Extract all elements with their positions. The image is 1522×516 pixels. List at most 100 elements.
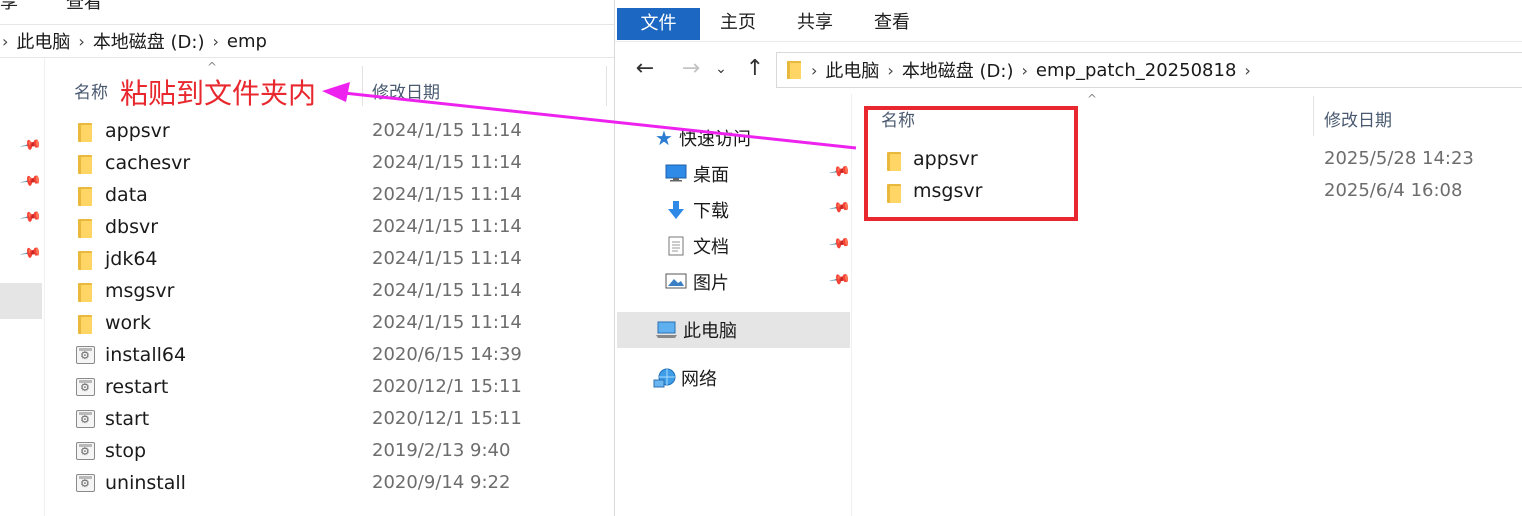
file-row[interactable]: install64 2020/6/15 14:39 [44, 340, 614, 372]
chevron-right-icon: › [78, 31, 85, 51]
file-row[interactable]: work 2024/1/15 11:14 [44, 308, 614, 340]
network-globe-icon [653, 368, 676, 388]
column-separator[interactable] [606, 66, 607, 106]
file-date: 2024/1/15 11:14 [372, 248, 522, 269]
file-name: work [105, 312, 151, 334]
file-date: 2020/6/15 14:39 [372, 344, 522, 365]
nav-desktop[interactable]: 桌面 [665, 156, 729, 192]
nav-label: 下载 [693, 201, 729, 222]
chevron-right-icon: › [1244, 60, 1251, 80]
folder-icon [78, 155, 92, 174]
file-name: appsvr [105, 120, 170, 142]
file-row[interactable]: stop 2019/2/13 9:40 [44, 436, 614, 468]
file-date: 2024/1/15 11:14 [372, 120, 522, 141]
breadcrumb-emp-patch[interactable]: emp_patch_20250818 [1036, 60, 1236, 81]
file-date: 2020/12/1 15:11 [372, 376, 522, 397]
star-icon: ★ [655, 126, 673, 150]
breadcrumb-this-pc[interactable]: 此电脑 [16, 28, 70, 54]
right-address-bar[interactable]: › 此电脑 › 本地磁盘 (D:) › emp_patch_20250818 › [776, 52, 1522, 88]
pin-icon[interactable]: 📌 [19, 242, 42, 265]
nav-label: 此电脑 [683, 321, 737, 342]
pin-icon[interactable]: 📌 [19, 134, 42, 157]
file-date: 2024/1/15 11:14 [372, 216, 522, 237]
nav-pictures[interactable]: 图片 [665, 264, 729, 300]
document-icon [665, 236, 687, 256]
folder-icon [787, 61, 801, 79]
file-name: cachesvr [105, 152, 191, 174]
file-date: 2019/2/13 9:40 [372, 440, 511, 461]
ribbon-tab-share[interactable]: 共享 [795, 0, 835, 42]
file-date: 2024/1/15 11:14 [372, 152, 522, 173]
breadcrumb-emp[interactable]: emp [227, 31, 267, 52]
right-ribbon: 文件 主页 共享 查看 [615, 0, 1522, 42]
folder-icon [78, 219, 92, 238]
file-row[interactable]: cachesvr 2024/1/15 11:14 [44, 148, 614, 180]
chevron-right-icon: › [811, 60, 818, 80]
column-date[interactable]: 修改日期 [372, 78, 440, 103]
up-arrow-icon[interactable]: ↑ [741, 54, 769, 84]
script-file-icon [76, 442, 95, 460]
pin-icon[interactable]: 📌 [828, 196, 851, 219]
breadcrumb-drive-d[interactable]: 本地磁盘 (D:) [93, 28, 205, 54]
sidebar-selected-item[interactable] [0, 283, 42, 319]
breadcrumb-drive-d[interactable]: 本地磁盘 (D:) [902, 57, 1014, 83]
chevron-right-icon: › [887, 60, 894, 80]
nav-label: 网络 [681, 369, 717, 390]
file-row[interactable]: data 2024/1/15 11:14 [44, 180, 614, 212]
ribbon-tab-home[interactable]: 主页 [715, 0, 761, 42]
column-name[interactable]: 名称 [74, 78, 108, 103]
column-date[interactable]: 修改日期 [1324, 106, 1392, 131]
nav-downloads[interactable]: 下载 [665, 192, 729, 228]
file-row[interactable]: appsvr 2024/1/15 11:14 [44, 116, 614, 148]
column-separator[interactable] [362, 66, 363, 106]
picture-icon [665, 272, 687, 292]
file-row[interactable]: jdk64 2024/1/15 11:14 [44, 244, 614, 276]
file-name: stop [105, 440, 147, 462]
sort-caret-icon: ^ [1087, 92, 1098, 106]
script-file-icon [76, 378, 95, 396]
chevron-right-icon: › [212, 31, 219, 51]
ribbon-tab-view[interactable]: 查看 [872, 0, 912, 42]
left-address-bar[interactable]: › 此电脑 › 本地磁盘 (D:) › emp [0, 24, 614, 58]
file-row[interactable]: start 2020/12/1 15:11 [44, 404, 614, 436]
column-separator[interactable] [1313, 96, 1314, 136]
chevron-right-icon: › [2, 31, 9, 51]
pin-icon[interactable]: 📌 [19, 206, 42, 229]
ribbon-tab-file[interactable]: 文件 [617, 8, 700, 40]
nav-documents[interactable]: 文档 [665, 228, 729, 264]
left-ribbon-tab-share[interactable]: 享 [0, 0, 18, 14]
back-arrow-icon[interactable]: ← [631, 54, 659, 84]
breadcrumb-this-pc[interactable]: 此电脑 [825, 57, 879, 83]
nav-quick-access[interactable]: ★ 快速访问 [655, 120, 751, 156]
nav-label: 图片 [693, 273, 729, 294]
computer-icon [655, 320, 677, 340]
file-date: 2020/9/14 9:22 [372, 472, 511, 493]
file-name: dbsvr [105, 216, 159, 238]
left-explorer-window: 享 查看 › 此电脑 › 本地磁盘 (D:) › emp 📌 📌 📌 📌 名称 … [0, 0, 614, 516]
pin-icon[interactable]: 📌 [828, 160, 851, 183]
folder-icon [78, 315, 92, 334]
file-name: msgsvr [105, 280, 175, 302]
folder-icon [78, 283, 92, 302]
file-date: 2020/12/1 15:11 [372, 408, 522, 429]
recent-dropdown-icon[interactable]: ⌄ [711, 54, 731, 84]
file-date: 2024/1/15 11:14 [372, 184, 522, 205]
file-row[interactable]: msgsvr 2024/1/15 11:14 [44, 276, 614, 308]
nav-network[interactable]: 网络 [653, 360, 717, 396]
file-row[interactable]: restart 2020/12/1 15:11 [44, 372, 614, 404]
pin-icon[interactable]: 📌 [19, 170, 42, 193]
file-name: jdk64 [105, 248, 158, 270]
file-name: restart [105, 376, 169, 398]
pane-divider[interactable] [851, 94, 852, 516]
left-ribbon-tab-view[interactable]: 查看 [66, 0, 102, 14]
file-row[interactable]: dbsvr 2024/1/15 11:14 [44, 212, 614, 244]
nav-this-pc[interactable]: 此电脑 [655, 312, 737, 348]
forward-arrow-icon[interactable]: → [677, 54, 705, 84]
file-name: start [105, 408, 150, 430]
pin-icon[interactable]: 📌 [828, 232, 851, 255]
file-date: 2024/1/15 11:14 [372, 280, 522, 301]
folder-icon [78, 123, 92, 142]
pin-icon[interactable]: 📌 [828, 268, 851, 291]
file-name: uninstall [105, 472, 186, 494]
file-row[interactable]: uninstall 2020/9/14 9:22 [44, 468, 614, 500]
